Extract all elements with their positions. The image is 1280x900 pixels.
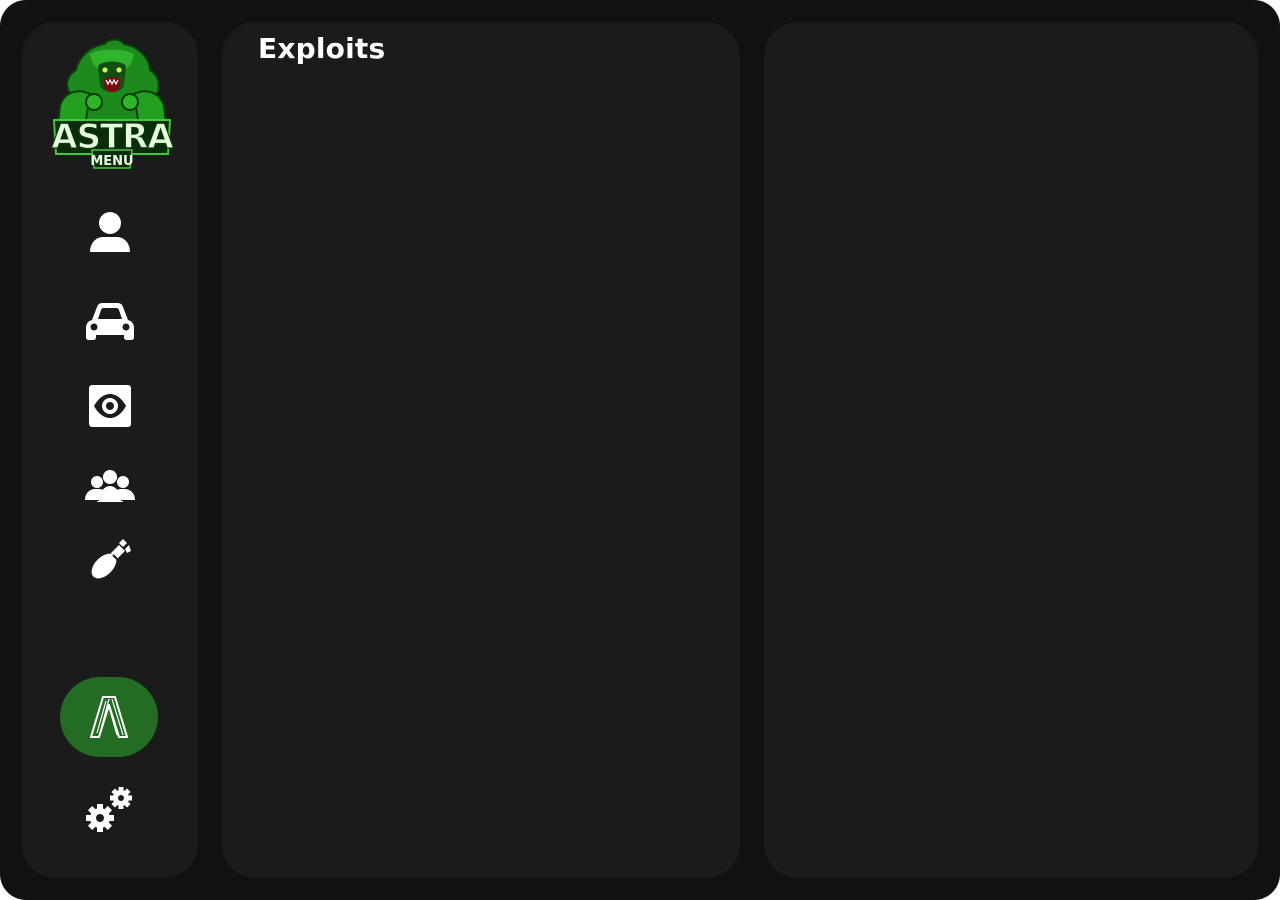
sidebar-item-exploits[interactable] (60, 677, 158, 757)
sidebar: ASTRA MENU (22, 22, 198, 878)
exploit-logo-icon (90, 696, 128, 738)
gears-icon (86, 787, 132, 832)
sidebar-item-visual[interactable] (70, 378, 150, 434)
app-window: ASTRA MENU Exploits (0, 0, 1280, 900)
car-icon (86, 303, 134, 340)
panel-title: Exploits (258, 32, 386, 65)
sidebar-item-vehicle[interactable] (70, 294, 150, 350)
exploits-panel: Exploits (222, 22, 740, 878)
astra-menu-logo: ASTRA MENU (51, 38, 174, 169)
detail-panel (764, 22, 1258, 878)
sidebar-item-online-players[interactable] (70, 458, 150, 514)
logo-subtitle: MENU (90, 154, 133, 169)
eye-icon (89, 385, 131, 427)
bomb-icon (91, 539, 131, 579)
group-icon (85, 470, 135, 502)
sidebar-item-settings[interactable] (70, 782, 150, 838)
user-icon (90, 212, 130, 252)
sidebar-item-player[interactable] (70, 204, 150, 260)
sidebar-item-weapons[interactable] (70, 532, 150, 588)
